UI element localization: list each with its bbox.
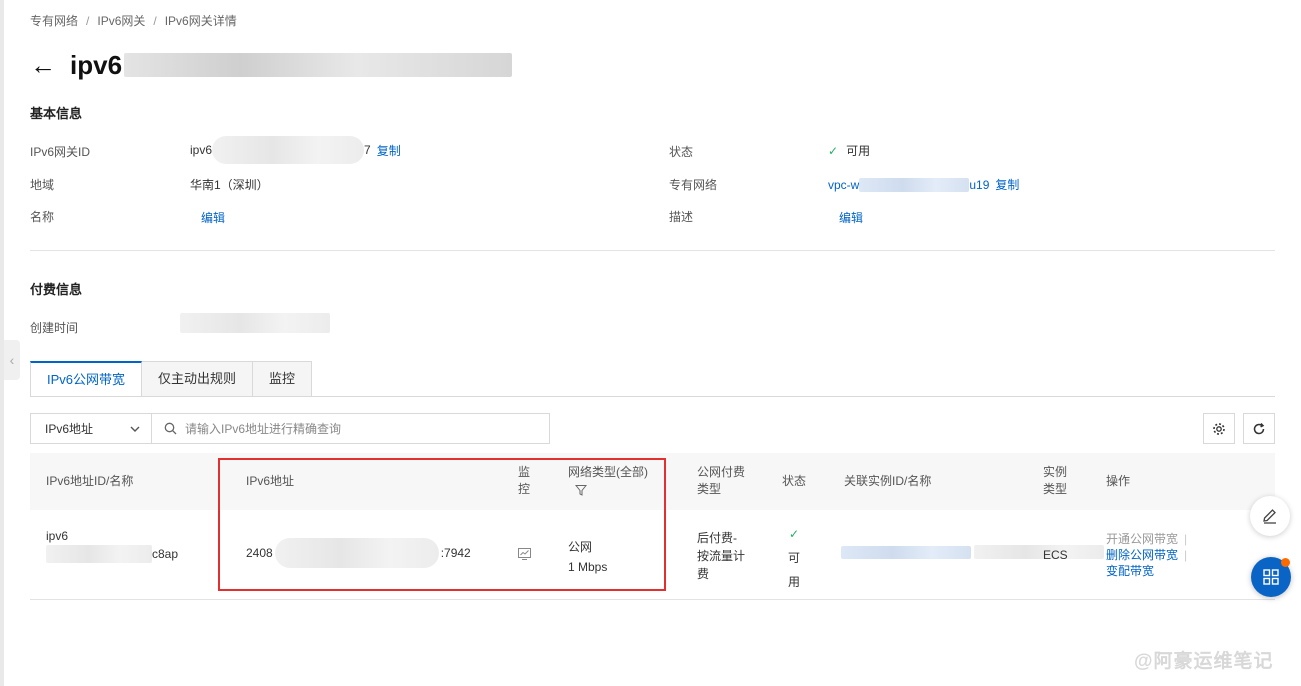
search-icon[interactable] xyxy=(164,422,177,435)
redacted-vpc-id xyxy=(859,177,970,192)
chevron-down-icon xyxy=(130,426,140,432)
sidebar-expand-button[interactable]: ‹ xyxy=(4,340,20,380)
gear-icon xyxy=(1213,422,1225,435)
region-label: 地域 xyxy=(30,178,55,192)
pencil-icon xyxy=(1263,509,1276,524)
name-label: 名称 xyxy=(30,210,55,224)
tab-egress-only-rules[interactable]: 仅主动出规则 xyxy=(142,361,254,397)
billing-info-title: 付费信息 xyxy=(30,282,83,297)
chevron-left-icon: ‹ xyxy=(9,352,15,368)
watermark: @阿豪运维笔记 xyxy=(1134,651,1274,672)
breadcrumb-vpc[interactable]: 专有网络 xyxy=(30,14,78,28)
row-divider xyxy=(30,599,1275,600)
page-header: ← ipv6 xyxy=(30,48,513,82)
search-field-select[interactable]: IPv6地址 xyxy=(30,413,152,444)
refresh-icon xyxy=(1253,422,1265,434)
redacted-address-id xyxy=(46,545,152,563)
redacted-instance-name xyxy=(974,545,1105,559)
region-value: 华南1（深圳） xyxy=(190,178,269,192)
feedback-button[interactable] xyxy=(1250,496,1290,536)
section-divider xyxy=(30,250,1275,251)
breadcrumb-ipv6-gateway[interactable]: IPv6网关 xyxy=(97,14,145,28)
tab-monitoring[interactable]: 监控 xyxy=(253,361,313,397)
search-box xyxy=(151,413,550,444)
description-label: 描述 xyxy=(669,210,694,224)
copy-gateway-id-button[interactable]: 复制 xyxy=(377,142,401,159)
status-label: 状态 xyxy=(669,145,694,159)
back-arrow-icon[interactable]: ← xyxy=(30,50,60,80)
vpc-label: 专有网络 xyxy=(669,178,718,192)
row-billing-type: 后付费- 按流量计费 xyxy=(697,531,746,581)
redacted-created-time xyxy=(180,313,330,333)
col-status: 状态 xyxy=(782,474,807,488)
created-time-label: 创建时间 xyxy=(30,321,79,335)
open-bandwidth-link[interactable]: 开通公网带宽 | xyxy=(1106,531,1187,547)
refresh-button[interactable] xyxy=(1243,413,1275,444)
grid-icon xyxy=(1263,569,1279,585)
tab-underline xyxy=(30,396,1275,397)
edit-name-button[interactable]: 编辑 xyxy=(201,209,225,226)
tab-ipv6-bandwidth[interactable]: IPv6公网带宽 xyxy=(30,361,143,397)
edit-description-button[interactable]: 编辑 xyxy=(839,209,863,226)
copy-vpc-id-button[interactable]: 复制 xyxy=(995,176,1019,193)
row-actions: 开通公网带宽 | 删除公网带宽 | 变配带宽 xyxy=(1106,531,1187,579)
row-id-name: ipv6 c8ap xyxy=(46,528,178,563)
check-icon: ✓ xyxy=(828,143,839,158)
gateway-id-label: IPv6网关ID xyxy=(30,145,91,159)
notification-dot xyxy=(1281,558,1290,567)
row-instance-type: ECS xyxy=(1043,548,1068,562)
col-instance: 关联实例ID/名称 xyxy=(844,474,932,488)
search-input[interactable] xyxy=(185,421,535,436)
col-billing-type: 公网付费 类型 xyxy=(697,465,746,496)
check-icon: ✓ xyxy=(788,527,800,541)
redacted-title xyxy=(124,53,513,77)
delete-bandwidth-link[interactable]: 删除公网带宽 | xyxy=(1106,547,1187,563)
status-value: ✓ 可用 xyxy=(828,143,871,159)
row-status: ✓ 可 用 xyxy=(781,522,807,594)
vpc-link-prefix[interactable]: vpc-w xyxy=(828,178,859,192)
highlight-annotation-box xyxy=(218,458,666,591)
page-title: ipv6 xyxy=(70,49,123,80)
breadcrumb: 专有网络 / IPv6网关 / IPv6网关详情 xyxy=(30,14,237,28)
change-bandwidth-link[interactable]: 变配带宽 xyxy=(1106,563,1187,579)
col-instance-type: 实例 类型 xyxy=(1043,465,1068,496)
settings-button[interactable] xyxy=(1203,413,1235,444)
basic-info-title: 基本信息 xyxy=(30,106,83,121)
col-id-name: IPv6地址ID/名称 xyxy=(46,474,134,488)
gateway-id-value: ipv6 7 复制 xyxy=(190,136,401,164)
vpc-link-suffix[interactable]: u19 xyxy=(969,178,989,192)
detail-tabs: IPv6公网带宽 仅主动出规则 监控 xyxy=(30,361,313,397)
redacted-gateway-id xyxy=(212,136,365,164)
breadcrumb-current: IPv6网关详情 xyxy=(164,14,237,28)
redacted-instance-id[interactable] xyxy=(841,546,971,559)
vpc-value: vpc-w u19 复制 xyxy=(828,176,1019,193)
col-actions: 操作 xyxy=(1106,474,1131,488)
